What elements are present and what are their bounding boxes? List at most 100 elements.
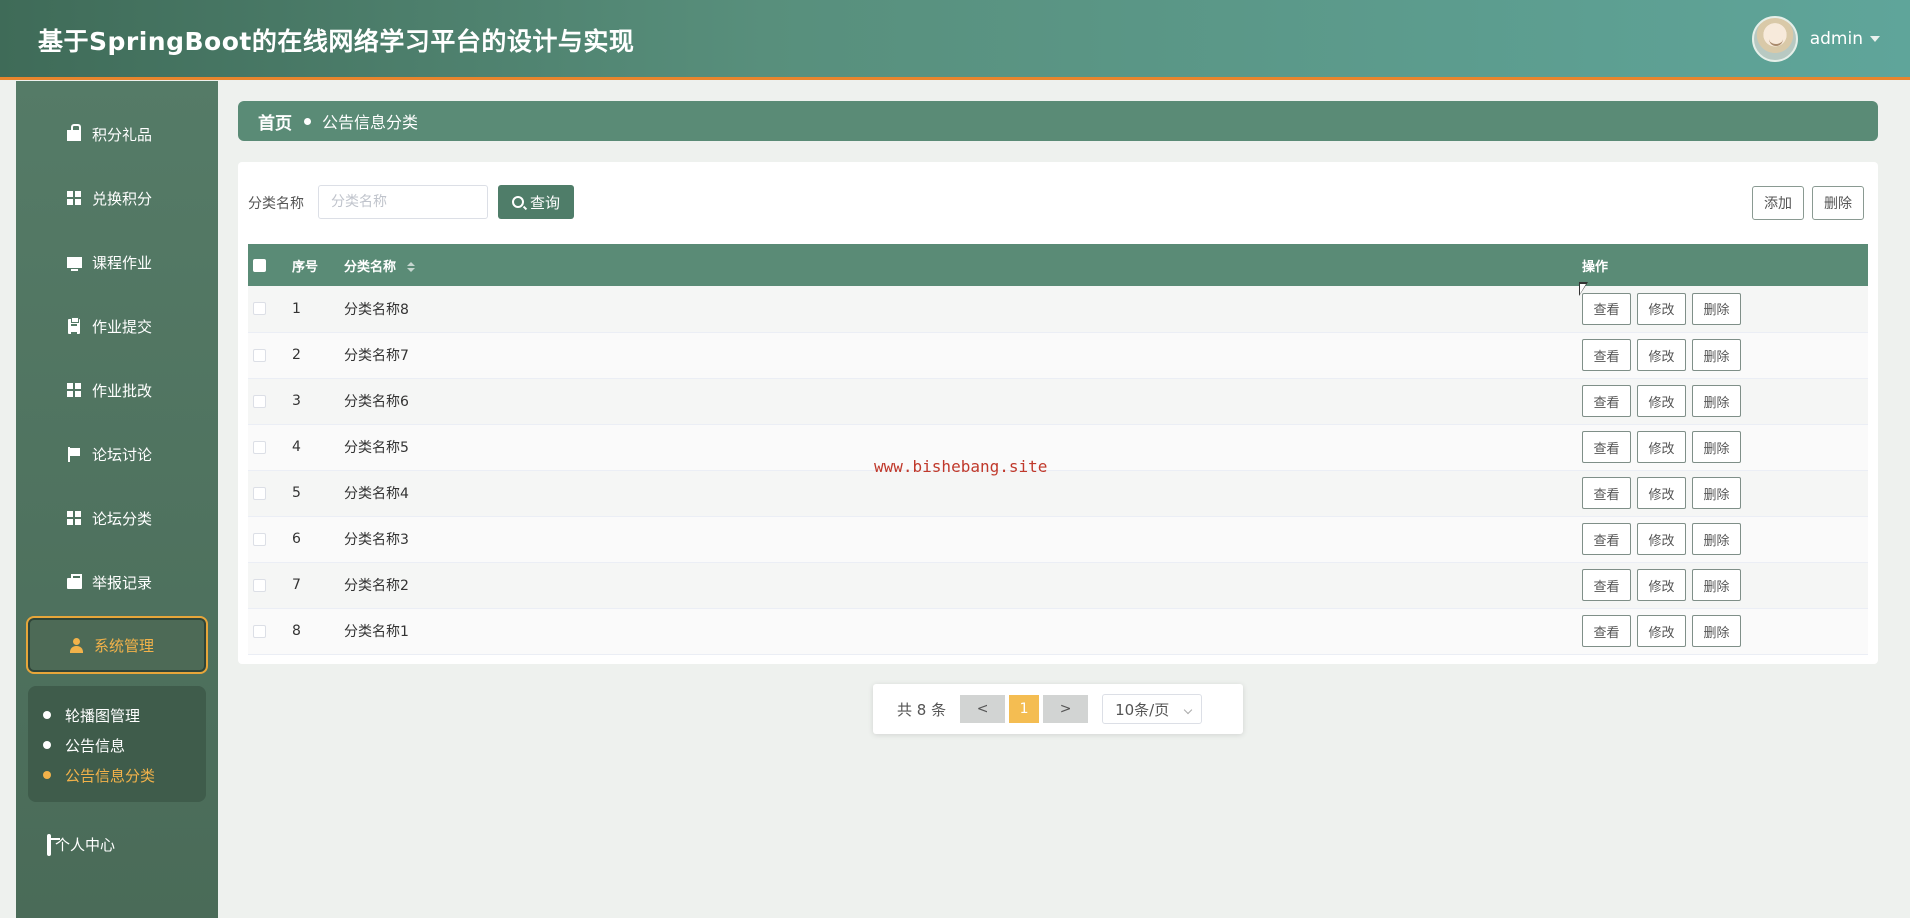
page-size-select[interactable]: 10条/页 xyxy=(1102,694,1203,724)
sidebar-item-points-gifts[interactable]: 积分礼品 xyxy=(26,107,208,161)
edit-button[interactable]: 修改 xyxy=(1637,615,1686,647)
content-card: 分类名称 查询 添加 删除 序号 分类名称 操作 1分类名称8查看修改删除2分类… xyxy=(238,162,1878,664)
checkbox[interactable] xyxy=(253,348,266,362)
delete-button[interactable]: 删除 xyxy=(1692,339,1741,371)
header-name-label: 分类名称 xyxy=(344,259,397,275)
submenu-item-announcements[interactable]: 公告信息 xyxy=(28,730,206,760)
sidebar-item-label: 作业提交 xyxy=(92,317,153,336)
row-select-cell[interactable] xyxy=(248,608,292,654)
page-number-button[interactable]: 1 xyxy=(1009,695,1040,723)
view-button[interactable]: 查看 xyxy=(1582,431,1631,463)
row-select-cell[interactable] xyxy=(248,562,292,608)
delete-button[interactable]: 删除 xyxy=(1692,385,1741,417)
row-actions: 查看 修改 删除 xyxy=(1582,332,1868,378)
page-size-value: 10条/页 xyxy=(1115,700,1170,719)
checkbox[interactable] xyxy=(253,532,266,546)
checkbox[interactable] xyxy=(253,440,266,454)
sidebar-item-forum-category[interactable]: 论坛分类 xyxy=(26,491,208,545)
submenu-item-announcement-category[interactable]: 公告信息分类 xyxy=(28,760,206,790)
row-index: 4 xyxy=(292,439,301,455)
sidebar-item-homework-grading[interactable]: 作业批改 xyxy=(26,363,208,417)
delete-button[interactable]: 删除 xyxy=(1692,523,1741,555)
submenu-item-label: 轮播图管理 xyxy=(65,706,141,725)
checkbox[interactable] xyxy=(253,624,266,638)
edit-button[interactable]: 修改 xyxy=(1637,523,1686,555)
view-button[interactable]: 查看 xyxy=(1582,385,1631,417)
view-button[interactable]: 查看 xyxy=(1582,569,1631,601)
row-actions: 查看 修改 删除 xyxy=(1582,516,1868,562)
submenu-item-carousel[interactable]: 轮播图管理 xyxy=(28,700,206,730)
avatar[interactable] xyxy=(1751,16,1798,62)
edit-button[interactable]: 修改 xyxy=(1637,477,1686,509)
grid-icon xyxy=(66,510,82,526)
search-input[interactable] xyxy=(318,185,488,219)
delete-button[interactable]: 删除 xyxy=(1692,431,1741,463)
edit-button[interactable]: 修改 xyxy=(1637,569,1686,601)
sort-icon[interactable] xyxy=(406,262,415,272)
query-button[interactable]: 查询 xyxy=(498,185,574,219)
row-select-cell[interactable] xyxy=(248,470,292,516)
table-row: 3 分类名称6 查看 修改 删除 xyxy=(248,378,1868,424)
sidebar-item-label: 作业批改 xyxy=(92,381,153,400)
row-name: 分类名称8 xyxy=(344,301,409,318)
row-actions: 查看 修改 删除 xyxy=(1582,424,1868,470)
row-select-cell[interactable] xyxy=(248,286,292,332)
sidebar-item-personal-center[interactable]: 个人中心 xyxy=(47,833,115,856)
table-row: 8 分类名称1 查看 修改 删除 xyxy=(248,608,1868,654)
sidebar-item-report-records[interactable]: 举报记录 xyxy=(26,555,208,609)
row-index: 7 xyxy=(292,577,301,593)
row-select-cell[interactable] xyxy=(248,424,292,470)
row-select-cell[interactable] xyxy=(248,516,292,562)
view-button[interactable]: 查看 xyxy=(1582,477,1631,509)
prev-page-button[interactable]: < xyxy=(960,695,1006,723)
sidebar-item-redeem-points[interactable]: 兑换积分 xyxy=(26,171,208,225)
search-label: 分类名称 xyxy=(248,196,304,212)
checkbox[interactable] xyxy=(253,394,266,408)
row-actions: 查看 修改 删除 xyxy=(1582,378,1868,424)
delete-button[interactable]: 删除 xyxy=(1692,477,1741,509)
sidebar-item-forum-discussion[interactable]: 论坛讨论 xyxy=(26,427,208,481)
briefcase-icon xyxy=(66,574,82,590)
gift-icon xyxy=(66,124,82,142)
header-actions: 操作 xyxy=(1582,259,1609,275)
edit-button[interactable]: 修改 xyxy=(1637,385,1686,417)
table-row: 4 分类名称5 查看 修改 删除 xyxy=(248,424,1868,470)
delete-button[interactable]: 删除 xyxy=(1692,292,1741,325)
breadcrumb-current: 公告信息分类 xyxy=(322,113,419,132)
row-select-cell[interactable] xyxy=(248,378,292,424)
view-button[interactable]: 查看 xyxy=(1582,292,1631,325)
view-button[interactable]: 查看 xyxy=(1582,339,1631,371)
header-select-all[interactable] xyxy=(248,244,292,286)
row-name: 分类名称1 xyxy=(344,624,409,640)
row-name: 分类名称7 xyxy=(344,348,409,364)
caret-down-icon[interactable] xyxy=(1870,36,1880,42)
table-row: 6 分类名称3 查看 修改 删除 xyxy=(248,516,1868,562)
delete-button[interactable]: 删除 xyxy=(1692,569,1741,601)
sidebar-item-course-homework[interactable]: 课程作业 xyxy=(26,235,208,289)
edit-button[interactable]: 修改 xyxy=(1637,292,1686,325)
breadcrumb-home[interactable]: 首页 xyxy=(258,109,292,134)
view-button[interactable]: 查看 xyxy=(1582,615,1631,647)
checkbox[interactable] xyxy=(253,578,266,592)
pagination-total: 共 8 条 xyxy=(897,700,947,719)
grid-icon xyxy=(66,382,82,398)
header-name[interactable]: 分类名称 xyxy=(344,244,1582,286)
edit-button[interactable]: 修改 xyxy=(1637,431,1686,463)
next-page-button[interactable]: > xyxy=(1043,695,1089,723)
edit-button[interactable]: 修改 xyxy=(1637,339,1686,371)
row-select-cell[interactable] xyxy=(248,332,292,378)
batch-delete-button[interactable]: 删除 xyxy=(1812,186,1864,220)
checkbox[interactable] xyxy=(253,258,266,272)
table-row: 2 分类名称7 查看 修改 删除 xyxy=(248,332,1868,378)
row-name: 分类名称2 xyxy=(344,578,409,594)
breadcrumb-separator-icon xyxy=(304,117,311,125)
view-button[interactable]: 查看 xyxy=(1582,523,1631,555)
checkbox[interactable] xyxy=(253,486,266,500)
user-menu[interactable]: admin xyxy=(1751,15,1880,63)
delete-button[interactable]: 删除 xyxy=(1692,615,1741,647)
sidebar-item-homework-submission[interactable]: 作业提交 xyxy=(26,299,208,353)
add-button[interactable]: 添加 xyxy=(1752,186,1804,220)
checkbox[interactable] xyxy=(253,302,266,316)
sidebar-item-system-management[interactable]: 系统管理 xyxy=(26,616,208,674)
username[interactable]: admin xyxy=(1810,29,1863,49)
